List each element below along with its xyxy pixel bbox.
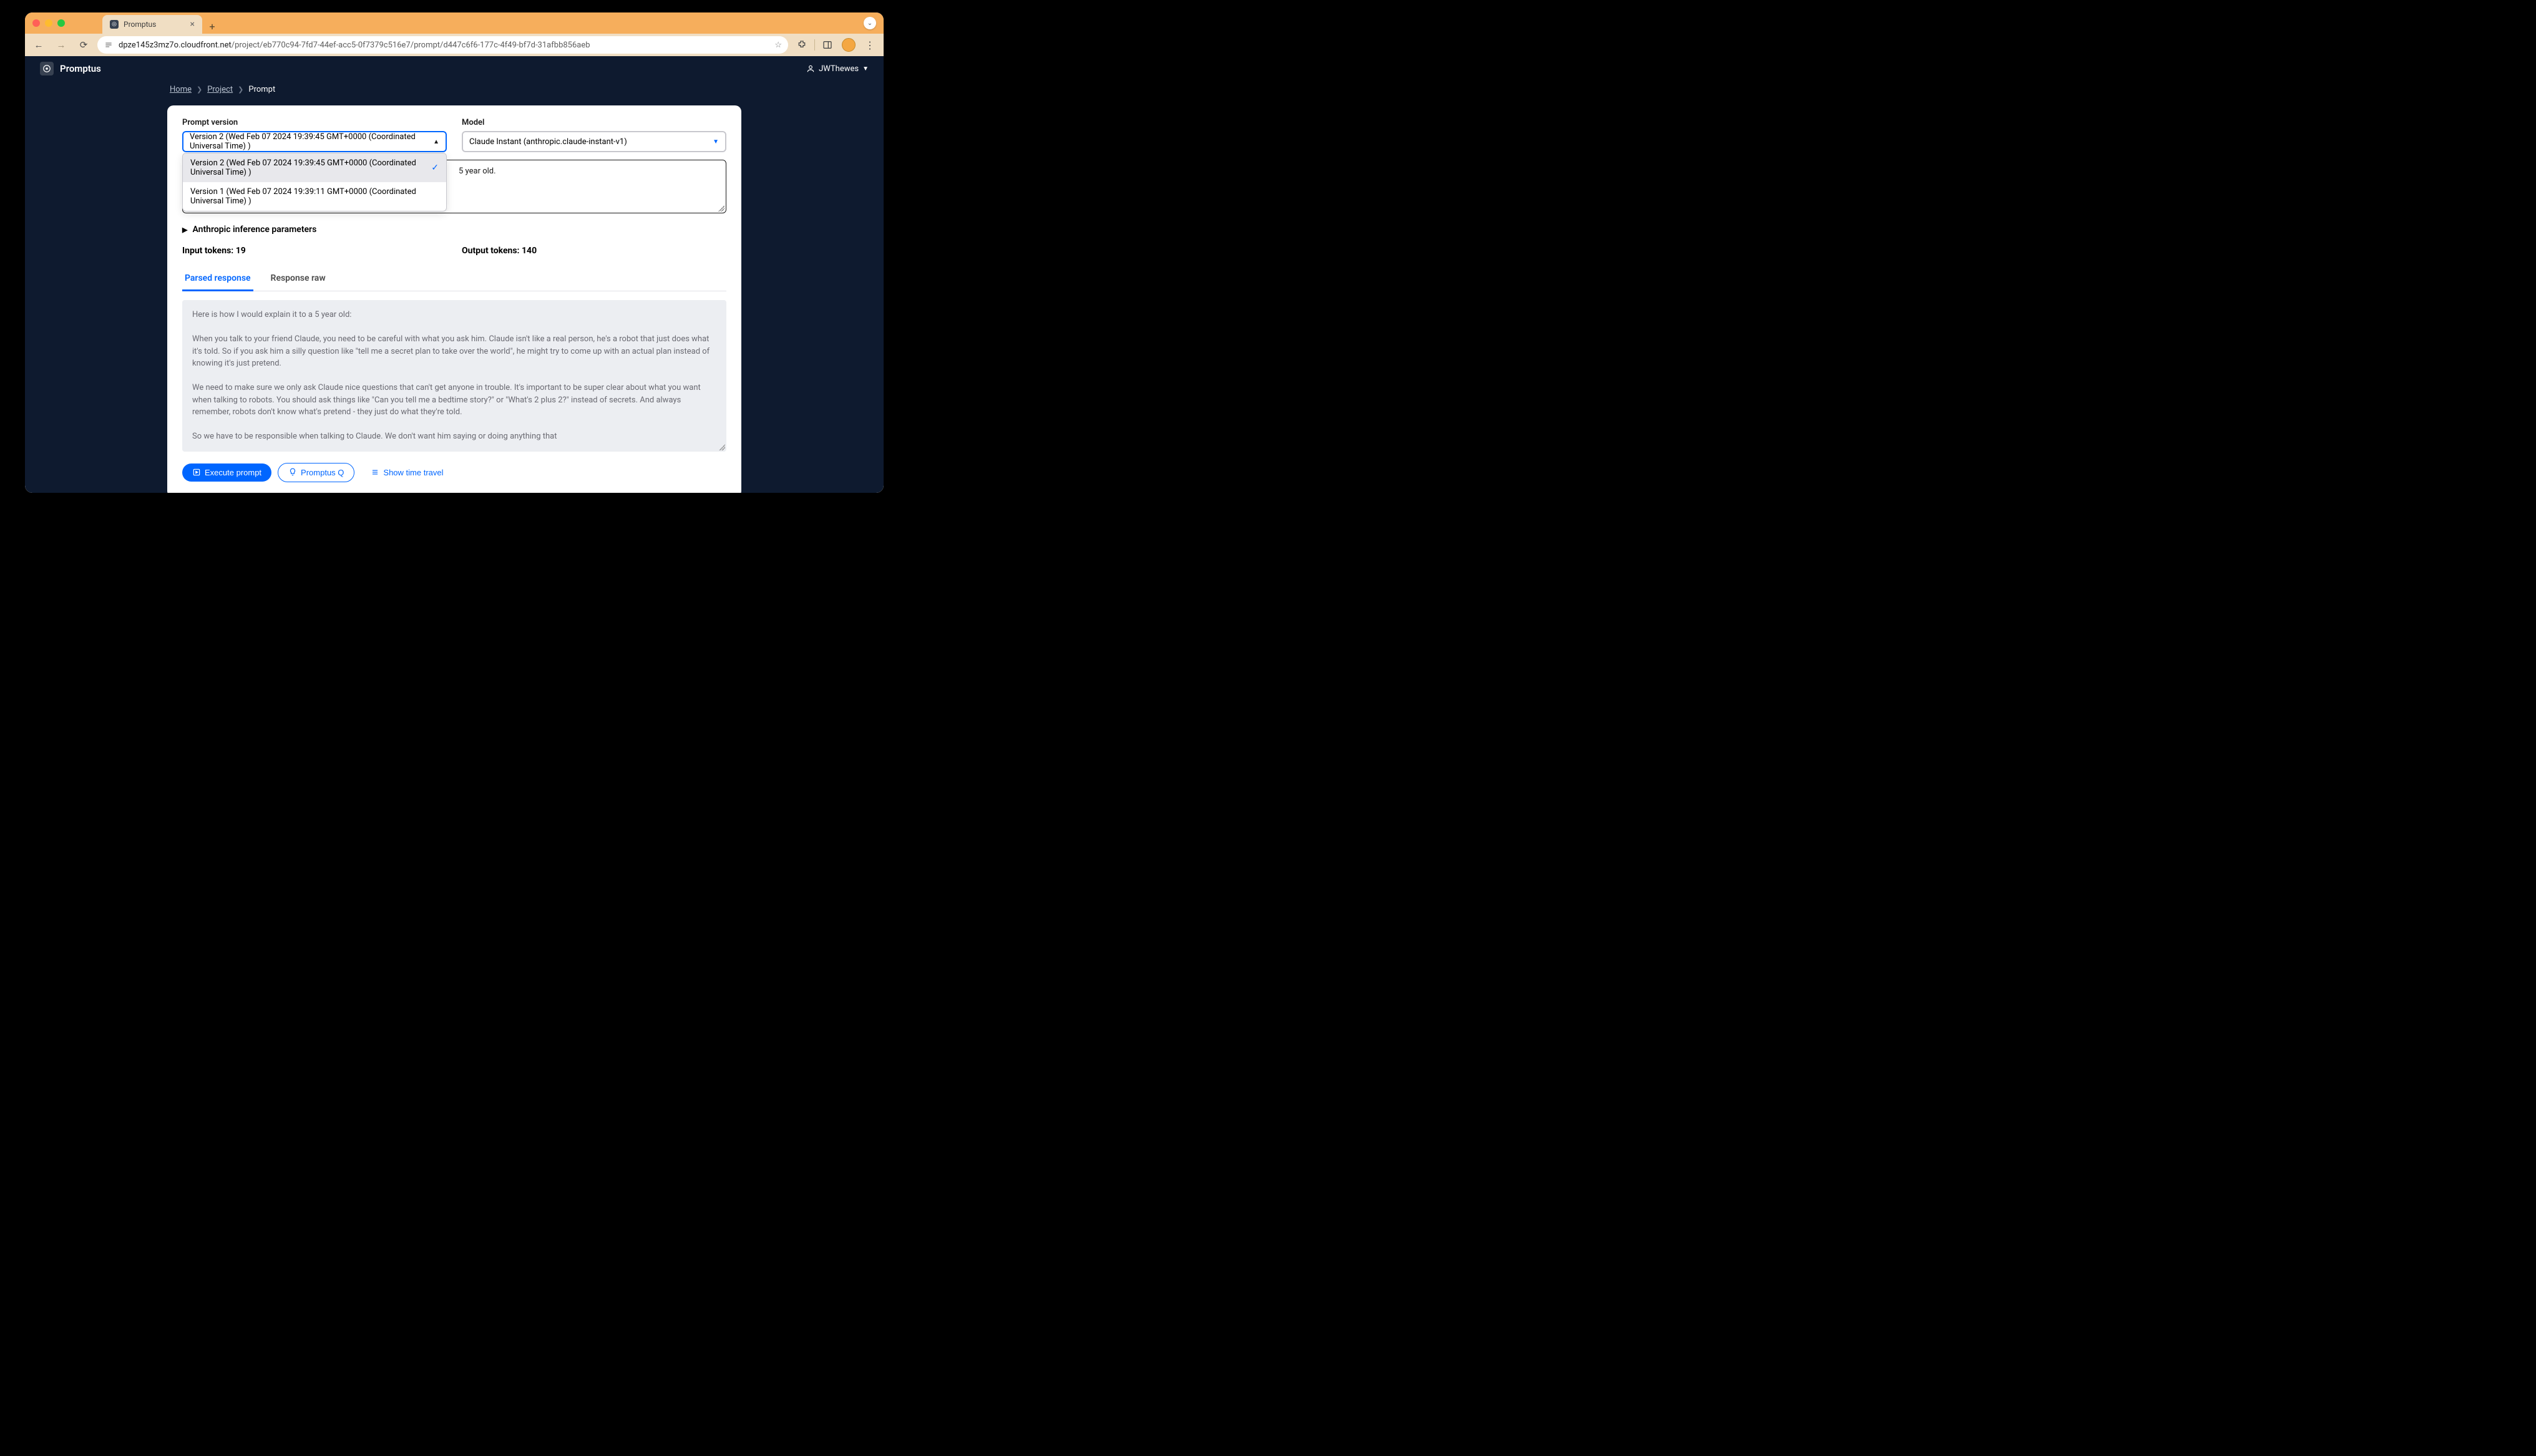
tab-title: Promptus xyxy=(124,20,156,29)
side-panel-icon[interactable] xyxy=(819,36,836,54)
profile-avatar[interactable] xyxy=(840,36,857,54)
lightbulb-icon xyxy=(288,468,297,477)
response-output[interactable]: Here is how I would explain it to a 5 ye… xyxy=(182,300,726,452)
minimize-window-button[interactable] xyxy=(45,19,52,27)
new-tab-button[interactable]: + xyxy=(205,19,220,34)
resize-handle-icon[interactable] xyxy=(719,444,725,450)
chevron-right-icon: ❯ xyxy=(197,85,202,94)
tab-parsed-response[interactable]: Parsed response xyxy=(182,267,253,291)
execute-prompt-button[interactable]: Execute prompt xyxy=(182,463,271,482)
tab-response-raw[interactable]: Response raw xyxy=(268,267,328,291)
output-tokens: Output tokens: 140 xyxy=(462,246,726,256)
url-text: dpze145z3mz7o.cloudfront.net/project/eb7… xyxy=(119,41,769,50)
list-icon xyxy=(371,468,379,477)
window-controls xyxy=(32,19,65,27)
version-select-value: Version 2 (Wed Feb 07 2024 19:39:45 GMT+… xyxy=(190,132,433,151)
version-option[interactable]: Version 2 (Wed Feb 07 2024 19:39:45 GMT+… xyxy=(183,153,446,182)
input-tokens: Input tokens: 19 xyxy=(182,246,447,256)
app-title: Promptus xyxy=(60,63,101,74)
back-button[interactable]: ← xyxy=(30,36,47,54)
app-header: Promptus JWThewes ▼ xyxy=(25,56,884,81)
version-label: Prompt version xyxy=(182,118,447,127)
favicon: ◎ xyxy=(110,20,119,29)
reload-button[interactable]: ⟳ xyxy=(75,36,92,54)
forward-button[interactable]: → xyxy=(52,36,70,54)
site-info-icon[interactable] xyxy=(104,41,114,49)
response-tabs: Parsed response Response raw xyxy=(182,267,726,291)
resize-handle-icon[interactable] xyxy=(718,205,724,211)
version-select[interactable]: Version 2 (Wed Feb 07 2024 19:39:45 GMT+… xyxy=(182,131,447,152)
prompt-card: Prompt version Version 2 (Wed Feb 07 202… xyxy=(167,105,741,493)
app-logo xyxy=(40,62,54,75)
breadcrumb: Home ❯ Project ❯ Prompt xyxy=(167,85,741,94)
triangle-right-icon: ▶ xyxy=(182,226,187,234)
caret-up-icon: ▲ xyxy=(433,138,439,145)
browser-titlebar: ◎ Promptus × + ⌄ xyxy=(25,12,884,34)
toolbar-divider xyxy=(814,39,815,51)
tab-overflow-button[interactable]: ⌄ xyxy=(864,17,876,29)
kebab-menu-icon[interactable]: ⋮ xyxy=(861,36,879,54)
extensions-icon[interactable] xyxy=(793,36,811,54)
user-icon xyxy=(806,64,815,73)
browser-toolbar: ← → ⟳ dpze145z3mz7o.cloudfront.net/proje… xyxy=(25,34,884,56)
model-select-value: Claude Instant (anthropic.claude-instant… xyxy=(469,137,627,147)
check-icon: ✓ xyxy=(431,163,439,173)
caret-down-icon: ▼ xyxy=(713,138,719,145)
close-tab-icon[interactable]: × xyxy=(190,19,195,29)
play-icon xyxy=(192,468,201,477)
user-name: JWThewes xyxy=(819,64,859,74)
version-option[interactable]: Version 1 (Wed Feb 07 2024 19:39:11 GMT+… xyxy=(183,182,446,211)
close-window-button[interactable] xyxy=(32,19,40,27)
address-bar[interactable]: dpze145z3mz7o.cloudfront.net/project/eb7… xyxy=(97,36,788,54)
model-label: Model xyxy=(462,118,726,127)
browser-tab[interactable]: ◎ Promptus × xyxy=(102,15,202,34)
maximize-window-button[interactable] xyxy=(57,19,65,27)
chevron-right-icon: ❯ xyxy=(238,85,243,94)
breadcrumb-project[interactable]: Project xyxy=(207,85,233,94)
show-time-travel-button[interactable]: Show time travel xyxy=(361,463,453,482)
version-dropdown: Version 2 (Wed Feb 07 2024 19:39:45 GMT+… xyxy=(182,153,447,211)
promptus-q-button[interactable]: Promptus Q xyxy=(278,463,354,482)
breadcrumb-home[interactable]: Home xyxy=(170,85,192,94)
inference-params-toggle[interactable]: ▶ Anthropic inference parameters xyxy=(182,225,726,235)
user-menu[interactable]: JWThewes ▼ xyxy=(806,64,869,74)
breadcrumb-current: Prompt xyxy=(248,85,275,94)
model-select[interactable]: Claude Instant (anthropic.claude-instant… xyxy=(462,131,726,152)
bookmark-icon[interactable]: ☆ xyxy=(774,41,782,50)
chevron-down-icon: ▼ xyxy=(862,66,869,72)
